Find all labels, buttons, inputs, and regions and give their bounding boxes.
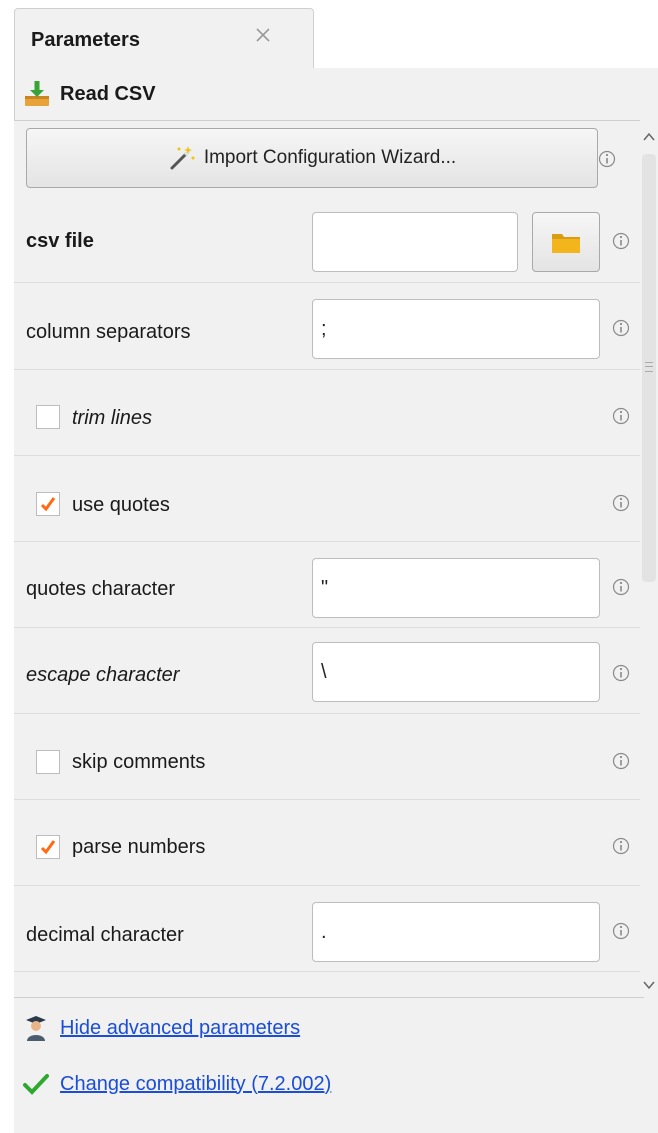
- parse-numbers-checkbox[interactable]: [36, 835, 60, 859]
- info-icon[interactable]: [598, 150, 616, 168]
- close-icon[interactable]: [251, 23, 275, 47]
- scroll-down-icon[interactable]: [642, 978, 656, 992]
- tab-parameters[interactable]: Parameters: [14, 8, 314, 70]
- vertical-scrollbar[interactable]: [640, 120, 658, 996]
- use-quotes-label: use quotes: [72, 494, 170, 516]
- magic-wand-icon: [170, 146, 195, 170]
- info-icon[interactable]: [612, 664, 630, 682]
- param-row-trim-lines: trim lines: [14, 370, 640, 456]
- import-configuration-wizard-button[interactable]: Import Configuration Wizard...: [26, 128, 598, 188]
- param-row-csv-file: csv file: [14, 196, 640, 283]
- folder-icon: [552, 234, 580, 253]
- scroll-up-icon[interactable]: [642, 130, 656, 144]
- green-check-icon: [23, 1074, 49, 1095]
- escape-character-label: escape character: [26, 664, 180, 686]
- change-compatibility-link-row[interactable]: Change compatibility (7.2.002): [22, 1070, 331, 1098]
- csv-file-input[interactable]: [312, 212, 518, 272]
- info-icon[interactable]: [612, 319, 630, 337]
- column-separators-label: column separators: [26, 321, 191, 343]
- operator-title: Read CSV: [60, 82, 156, 105]
- checkmark-icon: [40, 497, 56, 512]
- decimal-character-label: decimal character: [26, 924, 184, 946]
- param-row-skip-comments: skip comments: [14, 714, 640, 800]
- skip-comments-checkbox[interactable]: [36, 750, 60, 774]
- scrollbar-grip: [645, 362, 653, 372]
- info-icon[interactable]: [612, 407, 630, 425]
- checkmark-icon: [40, 840, 56, 855]
- scrollbar-thumb[interactable]: [642, 154, 656, 582]
- decimal-character-input[interactable]: [312, 902, 600, 962]
- info-icon[interactable]: [612, 232, 630, 250]
- param-row-quotes-character: quotes character: [14, 542, 640, 628]
- quotes-character-input[interactable]: [312, 558, 600, 618]
- param-row-column-separators: column separators: [14, 283, 640, 370]
- param-row-escape-character: escape character: [14, 628, 640, 714]
- browse-file-button[interactable]: [532, 212, 600, 272]
- use-quotes-checkbox[interactable]: [36, 492, 60, 516]
- operator-header: Read CSV: [22, 76, 156, 112]
- info-icon[interactable]: [612, 752, 630, 770]
- read-csv-icon: [25, 81, 49, 106]
- info-icon[interactable]: [612, 578, 630, 596]
- info-icon[interactable]: [612, 494, 630, 512]
- param-row-decimal-character: decimal character: [14, 886, 640, 972]
- parse-numbers-label: parse numbers: [72, 836, 206, 858]
- csv-file-label: csv file: [26, 230, 94, 252]
- hide-advanced-parameters-link[interactable]: Hide advanced parameters: [60, 1017, 300, 1040]
- advanced-user-icon: [26, 1016, 46, 1041]
- skip-comments-label: skip comments: [72, 751, 206, 773]
- wizard-button-label: Import Configuration Wizard...: [203, 147, 457, 168]
- param-row-use-quotes: use quotes: [14, 456, 640, 542]
- trim-lines-checkbox[interactable]: [36, 405, 60, 429]
- trim-lines-label: trim lines: [72, 407, 153, 429]
- column-separators-input[interactable]: [312, 299, 600, 359]
- info-icon[interactable]: [612, 837, 630, 855]
- hide-advanced-parameters-link-row[interactable]: Hide advanced parameters: [22, 1014, 300, 1042]
- tab-title: Parameters: [31, 29, 140, 51]
- info-icon[interactable]: [612, 922, 630, 940]
- tab-bar: Parameters: [0, 0, 658, 70]
- escape-character-input[interactable]: [312, 642, 600, 702]
- quotes-character-label: quotes character: [26, 578, 175, 600]
- param-row-parse-numbers: parse numbers: [14, 800, 640, 886]
- change-compatibility-link[interactable]: Change compatibility (7.2.002): [60, 1073, 331, 1096]
